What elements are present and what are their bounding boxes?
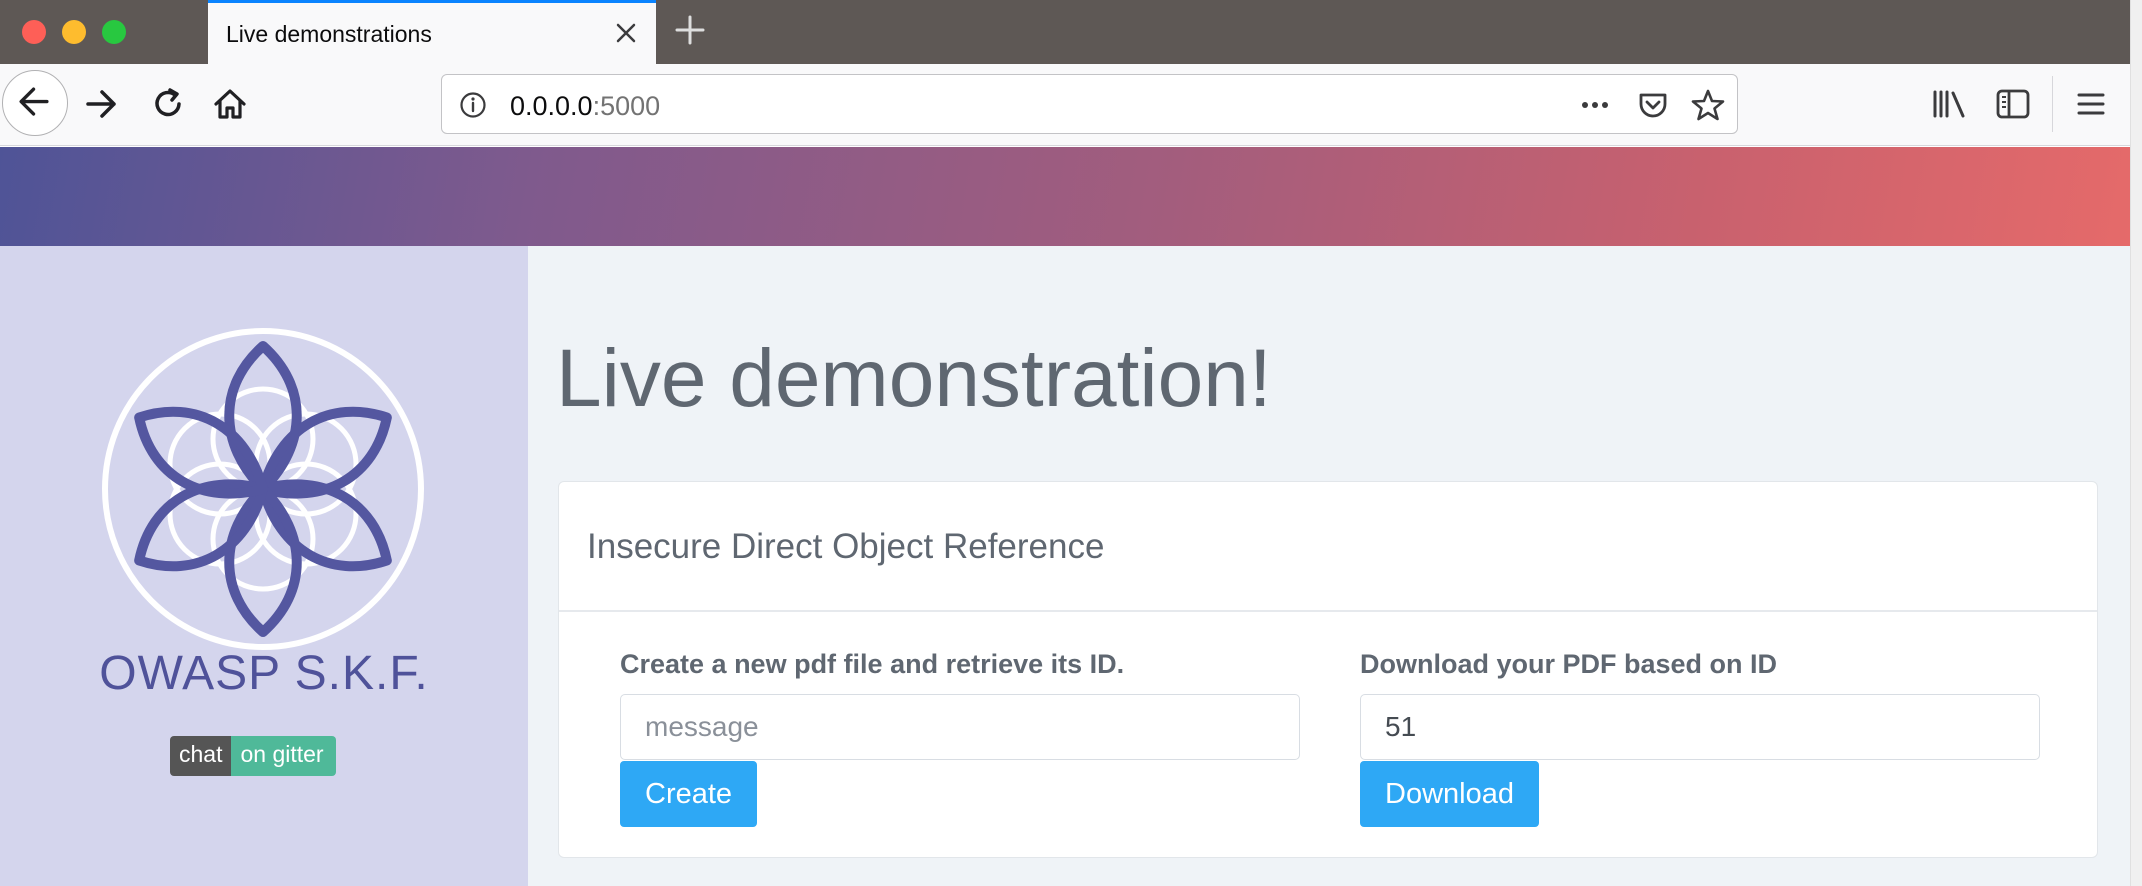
sidebar-icon[interactable] bbox=[1994, 86, 2032, 122]
url-host: 0.0.0.0 bbox=[510, 91, 593, 121]
window-scrollbar[interactable] bbox=[2130, 0, 2142, 886]
close-icon[interactable] bbox=[612, 19, 640, 47]
create-label: Create a new pdf file and retrieve its I… bbox=[620, 649, 1125, 679]
url-bar[interactable]: 0.0.0.0:5000 bbox=[441, 74, 1738, 134]
home-icon[interactable] bbox=[208, 82, 252, 126]
hamburger-menu-icon[interactable] bbox=[2072, 86, 2110, 122]
pocket-icon[interactable] bbox=[1636, 88, 1670, 122]
back-button[interactable] bbox=[2, 70, 68, 136]
card-header: Insecure Direct Object Reference bbox=[559, 482, 2097, 612]
gitter-badge[interactable]: chat on gitter bbox=[170, 736, 336, 776]
plus-icon[interactable] bbox=[672, 12, 708, 48]
minimize-window-button[interactable] bbox=[62, 20, 86, 44]
library-icon[interactable] bbox=[1930, 86, 1970, 122]
maximize-window-button[interactable] bbox=[102, 20, 126, 44]
url-text: 0.0.0.0:5000 bbox=[510, 91, 660, 122]
browser-toolbar: 0.0.0.0:5000 bbox=[0, 64, 2130, 146]
gitter-badge-chat: chat bbox=[170, 736, 232, 776]
message-input[interactable] bbox=[620, 694, 1300, 760]
back-arrow-icon bbox=[19, 87, 49, 116]
toolbar-divider bbox=[2052, 76, 2053, 132]
tab-title: Live demonstrations bbox=[226, 21, 432, 47]
download-button[interactable]: Download bbox=[1360, 761, 1539, 827]
url-port: :5000 bbox=[592, 91, 661, 121]
page-content: OWASP S.K.F. chat on gitter Live demonst… bbox=[0, 147, 2130, 886]
create-button[interactable]: Create bbox=[620, 761, 758, 827]
close-window-button[interactable] bbox=[22, 20, 46, 44]
brand-name: OWASP S.K.F. bbox=[99, 647, 429, 700]
page-title: Live demonstration! bbox=[556, 333, 1272, 424]
reload-icon[interactable] bbox=[146, 82, 190, 126]
header-banner bbox=[0, 147, 2130, 246]
gitter-badge-on-gitter: on gitter bbox=[231, 736, 336, 776]
card-title: Insecure Direct Object Reference bbox=[587, 527, 1105, 566]
browser-tab-strip: Live demonstrations bbox=[0, 0, 2130, 64]
idor-card: Insecure Direct Object Reference Create … bbox=[558, 481, 2098, 858]
forward-arrow-icon[interactable] bbox=[80, 82, 124, 126]
star-icon[interactable] bbox=[1690, 87, 1726, 123]
info-icon[interactable] bbox=[458, 90, 488, 120]
download-label: Download your PDF based on ID bbox=[1360, 649, 1778, 679]
more-dots-icon[interactable] bbox=[1578, 90, 1612, 120]
sidebar: OWASP S.K.F. chat on gitter bbox=[0, 246, 528, 886]
pdf-id-input[interactable] bbox=[1360, 694, 2040, 760]
browser-tab[interactable]: Live demonstrations bbox=[208, 0, 656, 64]
owasp-skf-logo bbox=[102, 328, 424, 650]
